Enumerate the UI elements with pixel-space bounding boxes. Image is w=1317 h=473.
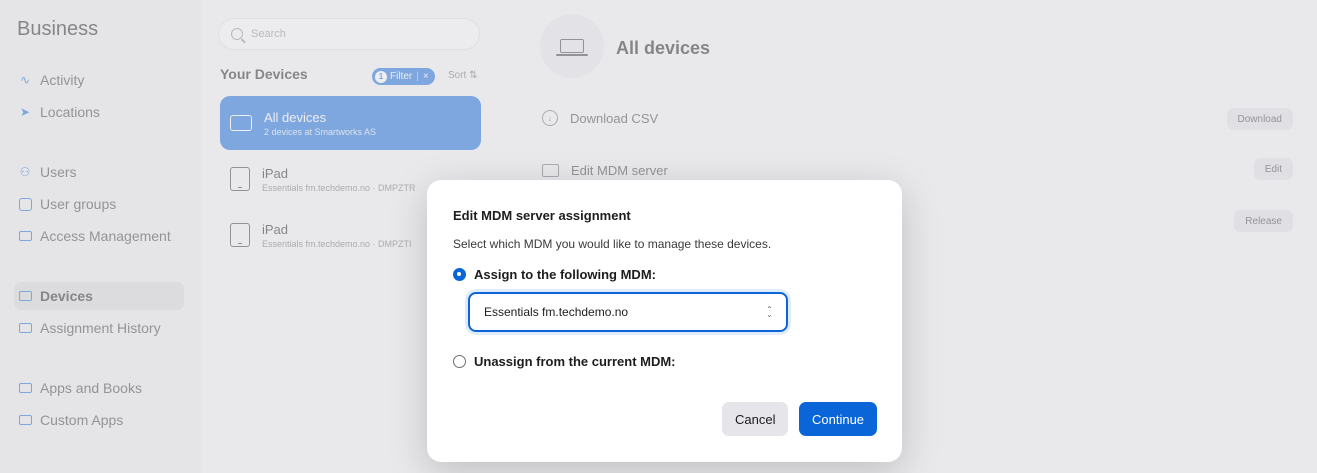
select-chevron-icon: ⌃ ⌄ xyxy=(766,305,773,319)
mdm-select-value: Essentials fm.techdemo.no xyxy=(484,305,629,319)
unassign-option-label: Unassign from the current MDM: xyxy=(474,354,676,369)
assign-radio[interactable] xyxy=(453,268,466,281)
unassign-option[interactable]: Unassign from the current MDM: xyxy=(453,354,676,369)
dialog-title: Edit MDM server assignment xyxy=(453,208,631,223)
cancel-button[interactable]: Cancel xyxy=(722,402,789,436)
dialog-description: Select which MDM you would like to manag… xyxy=(453,237,772,251)
continue-button[interactable]: Continue xyxy=(799,402,878,436)
assign-option-label: Assign to the following MDM: xyxy=(474,267,656,282)
mdm-select[interactable]: Essentials fm.techdemo.no ⌃ ⌄ xyxy=(468,292,788,332)
unassign-radio[interactable] xyxy=(453,355,466,368)
edit-mdm-dialog: Edit MDM server assignment Select which … xyxy=(427,180,902,462)
assign-option[interactable]: Assign to the following MDM: xyxy=(453,267,656,282)
